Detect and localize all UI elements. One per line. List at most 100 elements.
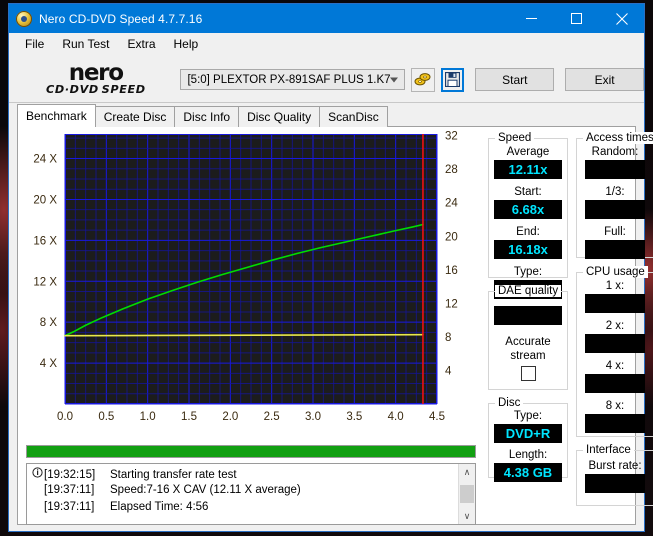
svg-text:1.5: 1.5 <box>181 411 197 423</box>
maximize-button[interactable] <box>554 4 599 33</box>
svg-text:4.5: 4.5 <box>429 411 445 423</box>
log-message: Elapsed Time: 4:56 <box>110 501 209 513</box>
cpu-4x-value <box>585 374 645 393</box>
menu-extra[interactable]: Extra <box>118 34 164 55</box>
svg-text:2.0: 2.0 <box>222 411 238 423</box>
log-time: [19:37:11] <box>44 501 95 513</box>
menu-help[interactable]: Help <box>165 34 208 55</box>
access-full-value <box>585 240 645 259</box>
disc-type-label: Type: <box>513 410 543 422</box>
scroll-down-icon[interactable]: ∨ <box>464 508 471 524</box>
menu-run-test[interactable]: Run Test <box>53 34 118 55</box>
log-list: [19:32:15] Starting transfer rate test [… <box>27 464 458 524</box>
cpu-4x-label: 4 x: <box>605 360 625 372</box>
disc-type-value: DVD+R <box>494 424 562 443</box>
log-scrollbar[interactable]: ∧ ∨ <box>458 464 475 524</box>
menu-file[interactable]: File <box>16 34 53 55</box>
svg-text:3.5: 3.5 <box>346 411 362 423</box>
disc-length-label: Length: <box>508 449 548 461</box>
tab-benchmark[interactable]: Benchmark <box>17 104 96 127</box>
interface-panel: Interface Burst rate: <box>576 444 653 506</box>
application-window: Nero CD-DVD Speed 4.7.7.16 File Run Test… <box>8 3 653 532</box>
tab-scandisc[interactable]: ScanDisc <box>319 106 388 127</box>
disc-panel-legend: Disc <box>495 397 524 409</box>
tab-disc-quality[interactable]: Disc Quality <box>238 106 321 127</box>
scrollbar-thumb[interactable] <box>460 485 474 503</box>
disc-length-value: 4.38 GB <box>494 463 562 482</box>
access-third-label: 1/3: <box>605 186 625 198</box>
menu-bar: File Run Test Extra Help <box>9 33 644 57</box>
svg-text:28: 28 <box>445 164 458 176</box>
log-time: [19:37:11] <box>44 484 95 496</box>
exit-button[interactable]: Exit <box>565 68 645 91</box>
accurate-stream-checkbox[interactable] <box>520 366 536 381</box>
benchmark-panel: 4 X 8 X 12 X 16 X 20 X 24 X 4 8 12 16 20 24 28 32 0.0 0… <box>17 127 653 525</box>
svg-text:4.0: 4.0 <box>388 411 404 423</box>
scroll-up-icon[interactable]: ∧ <box>464 464 471 480</box>
minimize-button[interactable] <box>509 4 554 33</box>
svg-text:16: 16 <box>445 265 458 277</box>
log-time: [19:32:15] <box>44 469 96 481</box>
nero-logo: nero CD·DVD SPEED <box>16 60 175 96</box>
svg-text:16 X: 16 X <box>33 235 57 247</box>
speed-panel: Speed Average 12.11x Start: 6.68x End: 1… <box>488 132 568 299</box>
eject-disc-icon <box>414 73 431 86</box>
eject-disc-button[interactable] <box>411 67 435 92</box>
save-button[interactable] <box>440 67 465 92</box>
window-title: Nero CD-DVD Speed 4.7.7.16 <box>39 11 203 26</box>
close-button[interactable] <box>599 4 644 33</box>
log-row: [19:32:15] Starting transfer rate test <box>30 467 458 484</box>
tab-create-disc[interactable]: Create Disc <box>94 106 176 127</box>
disc-panel: Disc Type: DVD+R Length: 4.38 GB <box>488 397 568 482</box>
burst-rate-value <box>585 474 645 493</box>
svg-text:4 X: 4 X <box>40 358 58 370</box>
access-full-label: Full: <box>604 226 626 238</box>
log-panel: [19:32:15] Starting transfer rate test [… <box>26 463 476 525</box>
info-icon <box>30 467 44 478</box>
svg-text:20 X: 20 X <box>33 194 57 206</box>
cpu-2x-label: 2 x: <box>605 320 625 332</box>
access-times-panel: Access times Random: 1/3: Full: <box>576 132 653 259</box>
dae-quality-panel: DAE quality Accurate stream <box>488 285 568 390</box>
speed-average-value: 12.11x <box>494 160 562 179</box>
access-random-value <box>585 160 645 179</box>
svg-text:12 X: 12 X <box>33 276 57 288</box>
access-third-value <box>585 200 645 219</box>
dae-quality-legend: DAE quality <box>495 285 562 297</box>
access-random-label: Random: <box>591 146 639 158</box>
tab-strip: Benchmark Create Disc Disc Info Disc Qua… <box>9 103 644 127</box>
tab-disc-info[interactable]: Disc Info <box>174 106 240 127</box>
log-row: [19:37:11] Elapsed Time: 4:56 <box>30 501 458 518</box>
nero-logo-subtitle: CD·DVD SPEED <box>45 83 146 96</box>
svg-text:1.0: 1.0 <box>140 411 156 423</box>
nero-logo-word: nero <box>68 60 124 86</box>
window-controls <box>509 4 644 33</box>
nero-disc-icon <box>16 10 32 27</box>
cpu-usage-panel: CPU usage 1 x: 2 x: 4 x: 8 x: <box>576 266 653 437</box>
svg-text:2.5: 2.5 <box>264 411 280 423</box>
cpu-2x-value <box>585 334 645 353</box>
log-message: Starting transfer rate test <box>110 469 237 481</box>
drive-select-value: [5:0] PLEXTOR PX-891SAF PLUS 1.K7 <box>187 73 391 86</box>
svg-text:20: 20 <box>445 231 458 243</box>
svg-text:0.5: 0.5 <box>98 411 114 423</box>
speed-end-label: End: <box>516 226 540 238</box>
cpu-usage-legend: CPU usage <box>583 266 648 278</box>
svg-text:12: 12 <box>445 298 458 310</box>
speed-start-label: Start: <box>514 186 542 198</box>
cpu-8x-label: 8 x: <box>605 400 625 412</box>
progress-bar <box>26 445 476 458</box>
svg-text:8 X: 8 X <box>40 317 58 329</box>
chevron-down-icon <box>390 77 399 82</box>
svg-text:4: 4 <box>445 365 452 377</box>
burst-rate-label: Burst rate: <box>588 460 642 472</box>
speed-average-label: Average <box>506 146 550 158</box>
interface-legend: Interface <box>583 444 634 456</box>
drive-select[interactable]: [5:0] PLEXTOR PX-891SAF PLUS 1.K7 <box>180 69 406 90</box>
progress-bar-fill <box>27 446 475 457</box>
log-row: [19:37:11] Speed:7-16 X CAV (12.11 X ave… <box>30 484 458 501</box>
transfer-rate-chart: 4 X 8 X 12 X 16 X 20 X 24 X 4 8 12 16 20 24 28 32 0.0 0… <box>18 127 484 442</box>
start-button[interactable]: Start <box>475 68 555 91</box>
svg-text:0.0: 0.0 <box>57 411 73 423</box>
log-message: Speed:7-16 X CAV (12.11 X average) <box>110 484 301 496</box>
